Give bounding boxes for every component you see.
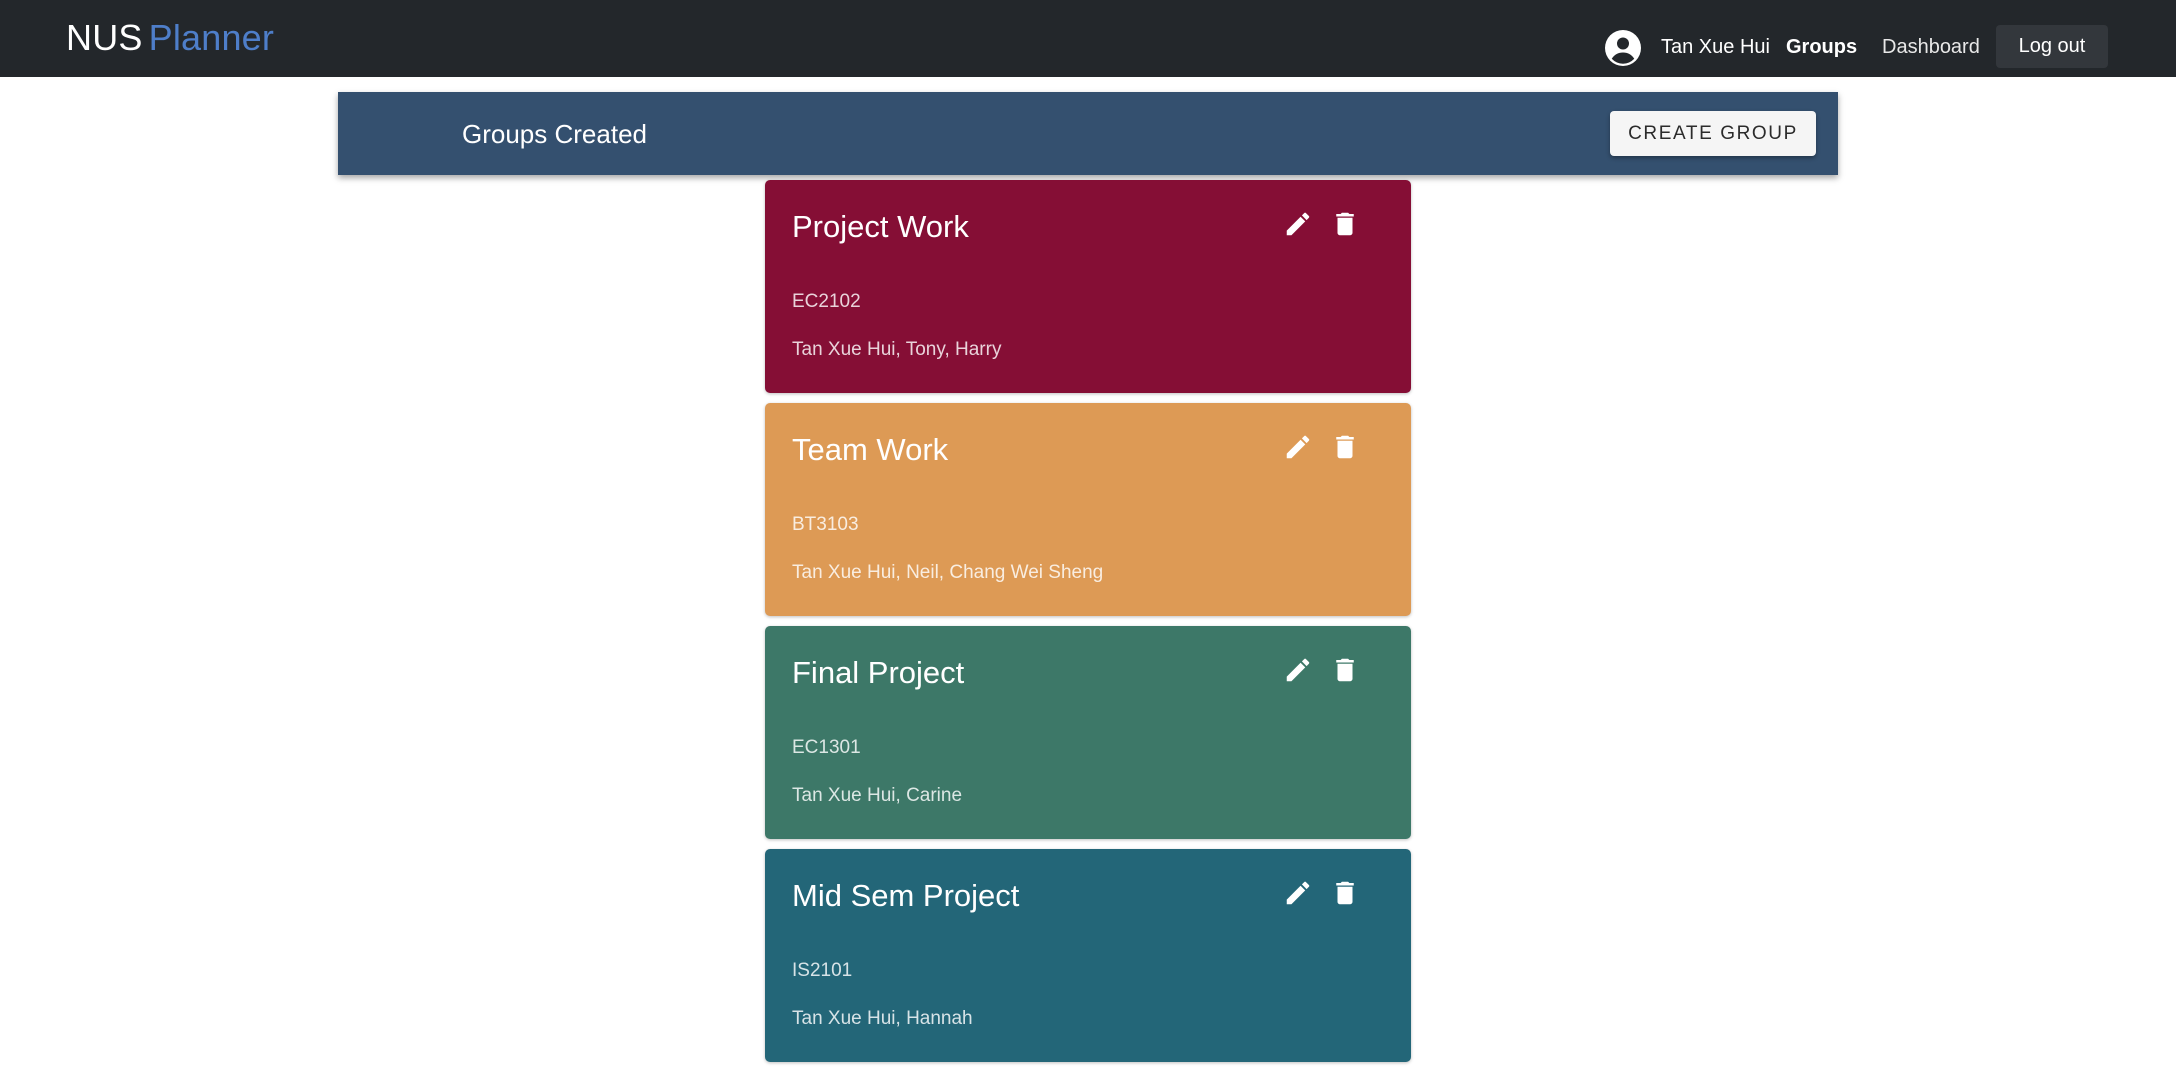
edit-group-button[interactable] <box>1280 875 1316 911</box>
page-title: Groups Created <box>462 119 647 149</box>
group-members: Tan Xue Hui, Carine <box>792 785 963 806</box>
nav-user-name: Tan Xue Hui <box>1661 36 1770 58</box>
group-module-code: BT3103 <box>792 514 859 535</box>
nav-link-groups[interactable]: Groups <box>1786 35 1857 59</box>
pencil-icon <box>1286 435 1310 459</box>
delete-group-button[interactable] <box>1327 875 1363 911</box>
brand-secondary: Planner <box>148 17 275 58</box>
group-title: Mid Sem Project <box>792 878 1020 913</box>
group-members: Tan Xue Hui, Hannah <box>792 1008 973 1029</box>
delete-group-button[interactable] <box>1327 206 1363 242</box>
edit-group-button[interactable] <box>1280 429 1316 465</box>
create-group-button[interactable]: CREATE GROUP <box>1610 111 1816 156</box>
trash-icon <box>1336 435 1354 459</box>
nav-link-dashboard[interactable]: Dashboard <box>1882 35 1980 59</box>
group-members: Tan Xue Hui, Neil, Chang Wei Sheng <box>792 562 1104 583</box>
group-module-code: EC1301 <box>792 737 861 758</box>
group-title: Team Work <box>792 432 949 467</box>
group-members: Tan Xue Hui, Tony, Harry <box>792 339 1002 360</box>
delete-group-button[interactable] <box>1327 652 1363 688</box>
trash-icon <box>1336 881 1354 905</box>
pencil-icon <box>1286 881 1310 905</box>
trash-icon <box>1336 212 1354 236</box>
group-module-code: EC2102 <box>792 291 861 312</box>
edit-group-button[interactable] <box>1280 652 1316 688</box>
account-circle-icon[interactable] <box>1605 30 1641 66</box>
app-brand[interactable]: NUS Planner <box>66 16 274 60</box>
edit-group-button[interactable] <box>1280 206 1316 242</box>
pencil-icon <box>1286 212 1310 236</box>
group-title: Project Work <box>792 209 969 244</box>
brand-primary: NUS <box>66 17 143 58</box>
groups-header-bar: Groups Created CREATE GROUP <box>338 92 1838 175</box>
group-card[interactable]: Mid Sem Project IS2101 Tan Xue Hui, Hann… <box>765 849 1411 1062</box>
group-card[interactable]: Final Project EC1301 Tan Xue Hui, Carine <box>765 626 1411 839</box>
delete-group-button[interactable] <box>1327 429 1363 465</box>
group-card[interactable]: Project Work EC2102 Tan Xue Hui, Tony, H… <box>765 180 1411 393</box>
trash-icon <box>1336 658 1354 682</box>
group-card[interactable]: Team Work BT3103 Tan Xue Hui, Neil, Chan… <box>765 403 1411 616</box>
logout-button[interactable]: Log out <box>1996 25 2108 68</box>
top-navbar: NUS Planner Tan Xue Hui Groups Dashboard … <box>0 0 2176 77</box>
group-module-code: IS2101 <box>792 960 853 981</box>
pencil-icon <box>1286 658 1310 682</box>
group-title: Final Project <box>792 655 965 690</box>
